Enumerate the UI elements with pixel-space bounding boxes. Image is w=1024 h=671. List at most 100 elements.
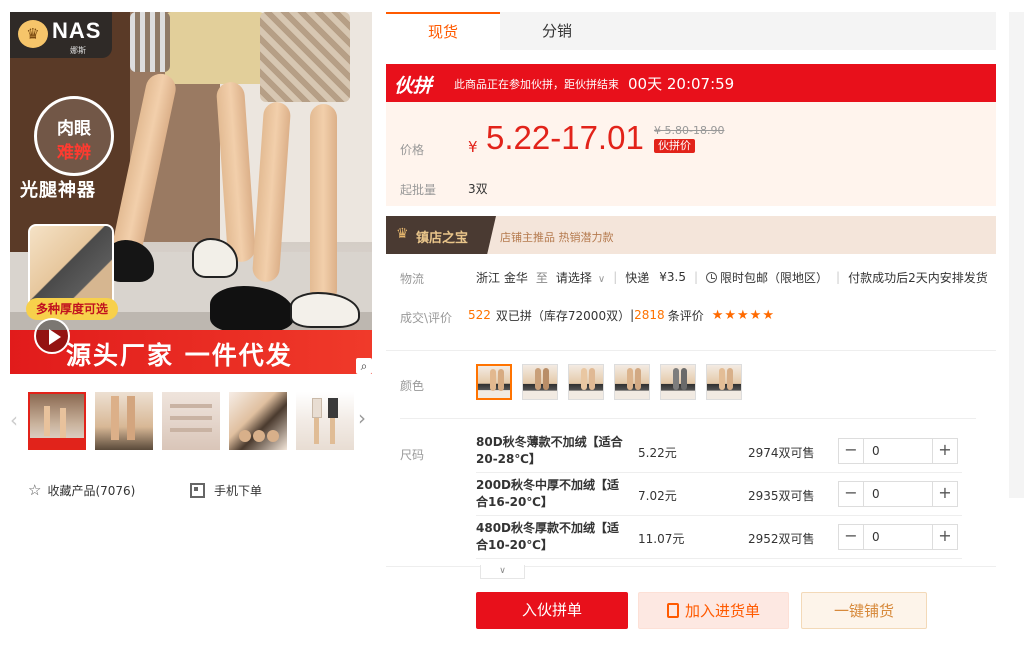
one-click-distribute-button[interactable]: 一键铺货: [801, 592, 927, 629]
moq-value: 3双: [468, 182, 488, 196]
chevron-down-icon: ∨: [499, 566, 506, 576]
sold-text: 双已拼（库存72000双）: [495, 308, 631, 323]
swatch-leg: [719, 368, 725, 390]
review-count[interactable]: 2818: [634, 308, 665, 322]
chevron-left-icon[interactable]: ‹: [10, 408, 18, 432]
thumbnail-banner: [30, 438, 84, 448]
minus-button[interactable]: −: [839, 482, 864, 506]
origin: 浙江 金华: [476, 270, 528, 285]
review-text[interactable]: 条评价: [668, 307, 704, 324]
destination-value: 请选择: [555, 270, 592, 285]
skirt-right: [260, 12, 350, 102]
skirt-left: [165, 12, 265, 84]
star-outline-icon: ☆: [28, 481, 42, 499]
group-buy-button[interactable]: 入伙拼单: [476, 592, 628, 629]
size-name: 480D秋冬厚款不加绒【适合10-20℃】: [476, 521, 620, 552]
thumbnail-text-line: [170, 416, 212, 420]
size-table: 80D秋冬薄款不加绒【适合20-28℃】 5.22元 2974双可售 − 0 +…: [476, 430, 962, 559]
thumbnail[interactable]: [229, 392, 287, 450]
brand-logo-sub: 娜斯: [70, 46, 86, 55]
shipping-label: 物流: [400, 272, 425, 286]
thumbnail-roll: [253, 430, 265, 442]
destination-select[interactable]: 请选择 ∨: [556, 269, 605, 286]
banner-text: 源头厂家 一件代发: [66, 341, 293, 370]
swatch-leg: [490, 369, 496, 391]
search-icon[interactable]: ⌕: [356, 358, 372, 374]
thumbnail-text-line: [170, 428, 212, 432]
expand-sizes-button[interactable]: ∨: [480, 565, 525, 579]
thumbnail-roll: [267, 430, 279, 442]
swatch-leg: [543, 368, 549, 390]
divider: |: [693, 270, 699, 284]
minus-button[interactable]: −: [839, 525, 864, 549]
swatch-leg: [627, 368, 633, 390]
swatch-leg: [535, 368, 541, 390]
color-option[interactable]: [706, 364, 742, 400]
plus-button[interactable]: +: [932, 439, 957, 463]
plus-button[interactable]: +: [932, 482, 957, 506]
thumbnail[interactable]: [162, 392, 220, 450]
divider: [386, 566, 996, 567]
minus-button[interactable]: −: [839, 439, 864, 463]
swatch-leg: [498, 369, 504, 391]
size-price: 7.02元: [638, 489, 677, 503]
right-sidebar-strip: [1009, 12, 1024, 498]
brand-logo-text: NAS: [52, 18, 102, 43]
thumbnail[interactable]: [95, 392, 153, 450]
deals-label: 成交\评价: [400, 311, 453, 325]
size-stock: 2974双可售: [748, 446, 815, 460]
play-video-button[interactable]: [34, 318, 70, 354]
add-to-cart-label: 加入进货单: [684, 602, 760, 620]
star-rating: ★★★★★: [711, 307, 775, 323]
group-price-tag: 伙拼价: [654, 139, 695, 153]
chevron-down-icon: ∨: [597, 273, 606, 285]
dispatch-info: 付款成功后2天内安排发货: [848, 270, 988, 285]
group-buy-logo: 伙拼: [394, 75, 433, 97]
quantity-input[interactable]: 0: [872, 530, 880, 544]
leg: [310, 104, 337, 304]
color-option[interactable]: [476, 364, 512, 400]
thumbnail-leg: [314, 418, 319, 444]
favorite-button[interactable]: ☆ 收藏产品(7076): [28, 480, 135, 500]
shop-treasure-bar: ♛ 镇店之宝 店铺主推品 热销潜力款: [386, 216, 996, 254]
tab-in-stock[interactable]: 现货: [386, 12, 500, 50]
thumbnail-leg: [60, 408, 66, 438]
color-option[interactable]: [614, 364, 650, 400]
size-row: 80D秋冬薄款不加绒【适合20-28℃】 5.22元 2974双可售 − 0 +: [476, 430, 962, 473]
main-product-image[interactable]: ♛ NAS 娜斯 肉眼 难辨 光腿神器 多种厚度可选 源头厂家 一件代发 ⌕: [10, 12, 372, 374]
shop-badge-title: 镇店之宝: [416, 231, 469, 246]
divider: |: [836, 270, 841, 284]
carrier: 快递: [625, 270, 650, 285]
color-option[interactable]: [568, 364, 604, 400]
mobile-order-button[interactable]: 手机下单: [190, 480, 262, 500]
thumbnail-strip: ‹ ›: [10, 386, 374, 456]
size-price: 5.22元: [638, 446, 677, 460]
currency-symbol: ¥: [468, 138, 478, 156]
tab-distribution[interactable]: 分销: [500, 12, 614, 50]
shipping-row: 浙江 金华 至 请选择 ∨ | 快递 ¥3.5 | 限时包邮（限地区） | 付款成…: [476, 269, 988, 285]
thumbnail-leg: [111, 396, 119, 440]
clipboard-icon: [666, 603, 679, 618]
skirt-plaid: [130, 12, 170, 72]
color-option[interactable]: [522, 364, 558, 400]
color-option[interactable]: [660, 364, 696, 400]
size-row: 200D秋冬中厚不加绒【适合16-20℃】 7.02元 2935双可售 − 0 …: [476, 473, 962, 516]
to-label: 至: [535, 270, 548, 285]
sold-count: 522: [468, 308, 491, 322]
quantity-input[interactable]: 0: [872, 444, 880, 458]
thumbnail-roll: [239, 430, 251, 442]
thumbnail[interactable]: [28, 392, 86, 450]
tab-bar: 现货 分销: [386, 12, 996, 50]
clock-icon: [706, 271, 718, 283]
countdown-timer: 00天 20:07:59: [628, 75, 735, 93]
thumbnail-text-line: [170, 404, 212, 408]
add-to-cart-button[interactable]: 加入进货单: [638, 592, 789, 629]
thumbnail[interactable]: [296, 392, 354, 450]
swatch-leg: [673, 368, 679, 390]
quantity-input[interactable]: 0: [872, 487, 880, 501]
chevron-right-icon[interactable]: ›: [358, 406, 366, 430]
color-options: [476, 364, 752, 400]
swatch-leg: [581, 368, 587, 390]
crown-icon: ♛: [396, 226, 409, 242]
plus-button[interactable]: +: [932, 525, 957, 549]
